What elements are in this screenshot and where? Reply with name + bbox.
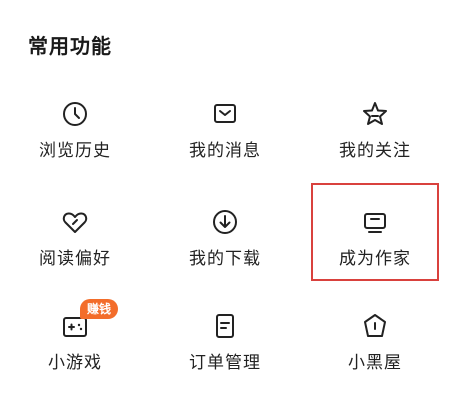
feature-label: 我的消息 xyxy=(189,141,261,161)
message-box-icon xyxy=(209,98,241,130)
clock-icon xyxy=(59,98,91,130)
feature-label: 小黑屋 xyxy=(348,353,402,373)
feature-item-blacklist[interactable]: 小黑屋 xyxy=(300,300,450,400)
monitor-icon xyxy=(359,206,391,238)
feature-grid: 浏览历史 我的消息 我的关注 阅读偏好 我的下载 成为作家 小游戏 订单管理 小… xyxy=(0,0,450,396)
feature-item-follow[interactable]: 我的关注 xyxy=(300,88,450,188)
heart-icon xyxy=(59,206,91,238)
star-icon xyxy=(359,98,391,130)
earn-money-badge: 赚钱 xyxy=(80,299,119,319)
feature-label: 我的下载 xyxy=(189,249,261,269)
order-doc-icon xyxy=(209,310,241,342)
feature-label: 订单管理 xyxy=(189,353,261,373)
download-icon xyxy=(209,206,241,238)
feature-item-downloads[interactable]: 我的下载 xyxy=(150,196,300,296)
feature-item-preferences[interactable]: 阅读偏好 xyxy=(0,196,150,296)
feature-item-mini-games[interactable]: 小游戏 xyxy=(0,300,150,400)
feature-item-become-writer[interactable]: 成为作家 xyxy=(300,196,450,296)
feature-label: 我的关注 xyxy=(339,141,411,161)
feature-label: 阅读偏好 xyxy=(39,249,111,269)
feature-item-messages[interactable]: 我的消息 xyxy=(150,88,300,188)
feature-label: 成为作家 xyxy=(339,249,411,269)
feature-item-history[interactable]: 浏览历史 xyxy=(0,88,150,188)
feature-item-orders[interactable]: 订单管理 xyxy=(150,300,300,400)
feature-label: 小游戏 xyxy=(48,353,102,373)
feature-label: 浏览历史 xyxy=(39,141,111,161)
house-pentagon-icon xyxy=(359,310,391,342)
